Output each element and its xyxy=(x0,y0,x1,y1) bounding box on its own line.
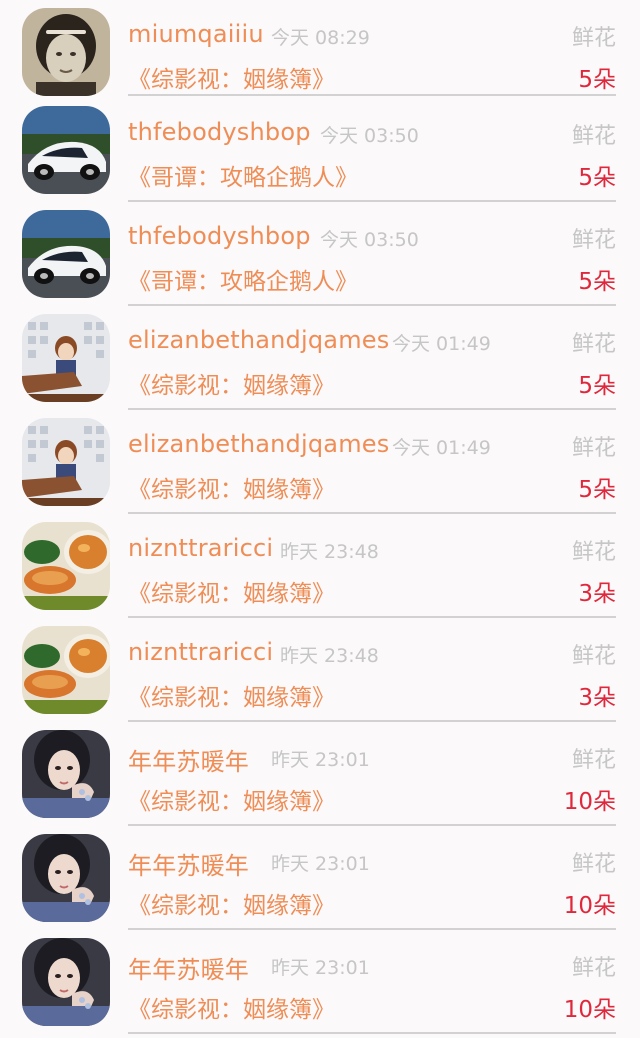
timestamp: 昨天 23:01 xyxy=(271,957,370,979)
gift-quantity: 10朵 xyxy=(563,997,616,1023)
username[interactable]: elizanbethandjqames xyxy=(128,326,389,354)
car-avatar[interactable] xyxy=(22,210,110,298)
book-title[interactable]: 《哥谭：攻略企鹅人》 xyxy=(128,262,358,296)
timestamp: 今天 01:49 xyxy=(392,333,491,355)
divider xyxy=(128,1032,616,1034)
list-item[interactable]: elizanbethandjqames 今天 01:49 鲜花 《综影视：姻缘簿… xyxy=(0,410,640,514)
gift-quantity: 3朵 xyxy=(578,581,616,607)
username[interactable]: 年年苏暖年 xyxy=(128,846,249,881)
username[interactable]: elizanbethandjqames xyxy=(128,430,389,458)
book-title[interactable]: 《综影视：姻缘簿》 xyxy=(128,60,335,94)
gift-type: 鲜花 xyxy=(571,644,616,669)
gift-type: 鲜花 xyxy=(571,852,616,877)
list-item[interactable]: 年年苏暖年 昨天 23:01 鲜花 《综影视：姻缘簿》 10朵 xyxy=(0,722,640,826)
gift-type: 鲜花 xyxy=(571,748,616,773)
gift-quantity: 5朵 xyxy=(578,67,616,93)
gift-quantity: 5朵 xyxy=(578,373,616,399)
gift-type: 鲜花 xyxy=(571,26,616,51)
book-title[interactable]: 《综影视：姻缘簿》 xyxy=(128,470,335,504)
username[interactable]: niznttraricci xyxy=(128,638,273,666)
timestamp: 今天 08:29 xyxy=(271,27,370,49)
woman-avatar[interactable] xyxy=(22,938,110,1026)
book-title[interactable]: 《综影视：姻缘簿》 xyxy=(128,678,335,712)
gift-type: 鲜花 xyxy=(571,124,616,149)
anime-avatar[interactable] xyxy=(22,418,110,506)
timestamp: 昨天 23:01 xyxy=(271,853,370,875)
username[interactable]: 年年苏暖年 xyxy=(128,742,249,777)
anime-avatar[interactable] xyxy=(22,314,110,402)
gift-quantity: 10朵 xyxy=(563,789,616,815)
gift-type: 鲜花 xyxy=(571,228,616,253)
list-item[interactable]: thfebodyshbop 今天 03:50 鲜花 《哥谭：攻略企鹅人》 5朵 xyxy=(0,98,640,202)
username[interactable]: thfebodyshbop xyxy=(128,222,311,250)
woman-avatar[interactable] xyxy=(22,730,110,818)
username[interactable]: niznttraricci xyxy=(128,534,273,562)
gift-quantity: 10朵 xyxy=(563,893,616,919)
food-avatar[interactable] xyxy=(22,522,110,610)
portrait-avatar[interactable] xyxy=(22,8,110,96)
timestamp: 昨天 23:01 xyxy=(271,749,370,771)
book-title[interactable]: 《综影视：姻缘簿》 xyxy=(128,990,335,1024)
timestamp: 今天 03:50 xyxy=(320,229,419,251)
book-title[interactable]: 《综影视：姻缘簿》 xyxy=(128,886,335,920)
book-title[interactable]: 《综影视：姻缘簿》 xyxy=(128,574,335,608)
woman-avatar[interactable] xyxy=(22,834,110,922)
car-avatar[interactable] xyxy=(22,106,110,194)
list-item[interactable]: elizanbethandjqames 今天 01:49 鲜花 《综影视：姻缘簿… xyxy=(0,306,640,410)
gift-quantity: 3朵 xyxy=(578,685,616,711)
food-avatar[interactable] xyxy=(22,626,110,714)
list-item[interactable]: miumqaiiiu 今天 08:29 鲜花 《综影视：姻缘簿》 5朵 xyxy=(0,0,640,98)
gift-type: 鲜花 xyxy=(571,436,616,461)
book-title[interactable]: 《哥谭：攻略企鹅人》 xyxy=(128,158,358,192)
gift-quantity: 5朵 xyxy=(578,269,616,295)
gift-type: 鲜花 xyxy=(571,956,616,981)
gift-record-list: miumqaiiiu 今天 08:29 鲜花 《综影视：姻缘簿》 5朵 thfe… xyxy=(0,0,640,1038)
book-title[interactable]: 《综影视：姻缘簿》 xyxy=(128,366,335,400)
list-item[interactable]: thfebodyshbop 今天 03:50 鲜花 《哥谭：攻略企鹅人》 5朵 xyxy=(0,202,640,306)
book-title[interactable]: 《综影视：姻缘簿》 xyxy=(128,782,335,816)
username[interactable]: thfebodyshbop xyxy=(128,118,311,146)
gift-quantity: 5朵 xyxy=(578,165,616,191)
list-item[interactable]: 年年苏暖年 昨天 23:01 鲜花 《综影视：姻缘簿》 10朵 xyxy=(0,826,640,930)
username[interactable]: 年年苏暖年 xyxy=(128,950,249,985)
list-item[interactable]: 年年苏暖年 昨天 23:01 鲜花 《综影视：姻缘簿》 10朵 xyxy=(0,930,640,1034)
username[interactable]: miumqaiiiu xyxy=(128,20,264,48)
divider xyxy=(128,94,616,96)
list-item[interactable]: niznttraricci 昨天 23:48 鲜花 《综影视：姻缘簿》 3朵 xyxy=(0,514,640,618)
timestamp: 昨天 23:48 xyxy=(280,541,379,563)
gift-type: 鲜花 xyxy=(571,332,616,357)
gift-type: 鲜花 xyxy=(571,540,616,565)
gift-quantity: 5朵 xyxy=(578,477,616,503)
timestamp: 昨天 23:48 xyxy=(280,645,379,667)
timestamp: 今天 03:50 xyxy=(320,125,419,147)
list-item[interactable]: niznttraricci 昨天 23:48 鲜花 《综影视：姻缘簿》 3朵 xyxy=(0,618,640,722)
timestamp: 今天 01:49 xyxy=(392,437,491,459)
